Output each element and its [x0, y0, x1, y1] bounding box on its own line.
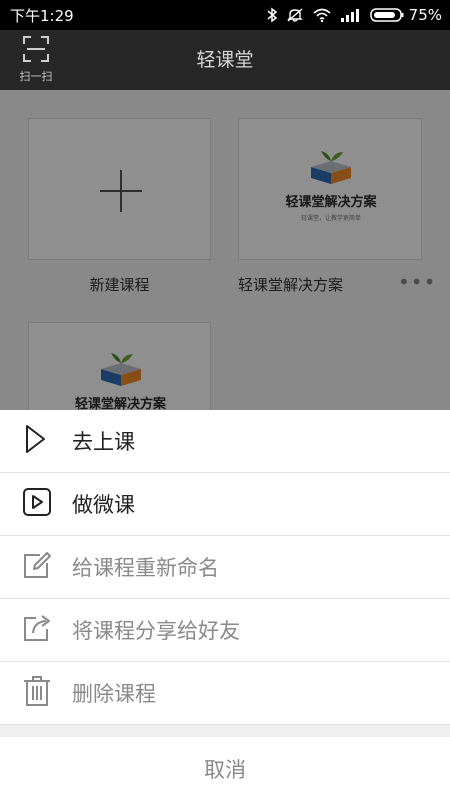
- rename-course-item[interactable]: 给课程重新命名: [0, 536, 450, 599]
- delete-course-label: 删除课程: [72, 682, 156, 706]
- edit-icon: [22, 550, 52, 584]
- mute-icon: [286, 7, 304, 23]
- battery-percent: 75%: [408, 6, 442, 24]
- app-header: 扫一扫 轻课堂: [0, 30, 450, 90]
- delete-course-item[interactable]: 删除课程: [0, 662, 450, 725]
- status-time: 下午1:29: [10, 6, 74, 25]
- battery-indicator: 75%: [369, 6, 442, 24]
- bluetooth-icon: [266, 7, 278, 23]
- cancel-button[interactable]: 取消: [0, 737, 450, 800]
- signal-icon: [340, 8, 362, 22]
- wifi-icon: [312, 7, 332, 23]
- play-icon: [22, 424, 48, 458]
- start-class-label: 去上课: [72, 430, 135, 454]
- status-icons: 75%: [266, 6, 442, 24]
- modal-overlay[interactable]: [0, 90, 450, 410]
- sheet-divider: [0, 725, 450, 737]
- share-course-label: 将课程分享给好友: [72, 619, 240, 643]
- action-sheet: 去上课 做微课 给课程重新命名 将课程分享给好友 删除课程 取消: [0, 410, 450, 800]
- share-icon: [22, 613, 52, 647]
- micro-course-icon: [22, 487, 52, 521]
- page-title: 轻课堂: [196, 49, 254, 71]
- rename-course-label: 给课程重新命名: [72, 556, 219, 580]
- make-micro-course-item[interactable]: 做微课: [0, 473, 450, 536]
- make-micro-course-label: 做微课: [72, 493, 135, 517]
- trash-icon: [22, 675, 52, 711]
- share-course-item[interactable]: 将课程分享给好友: [0, 599, 450, 662]
- start-class-item[interactable]: 去上课: [0, 410, 450, 473]
- battery-icon: [369, 7, 404, 23]
- status-bar: 下午1:29 75%: [0, 0, 450, 30]
